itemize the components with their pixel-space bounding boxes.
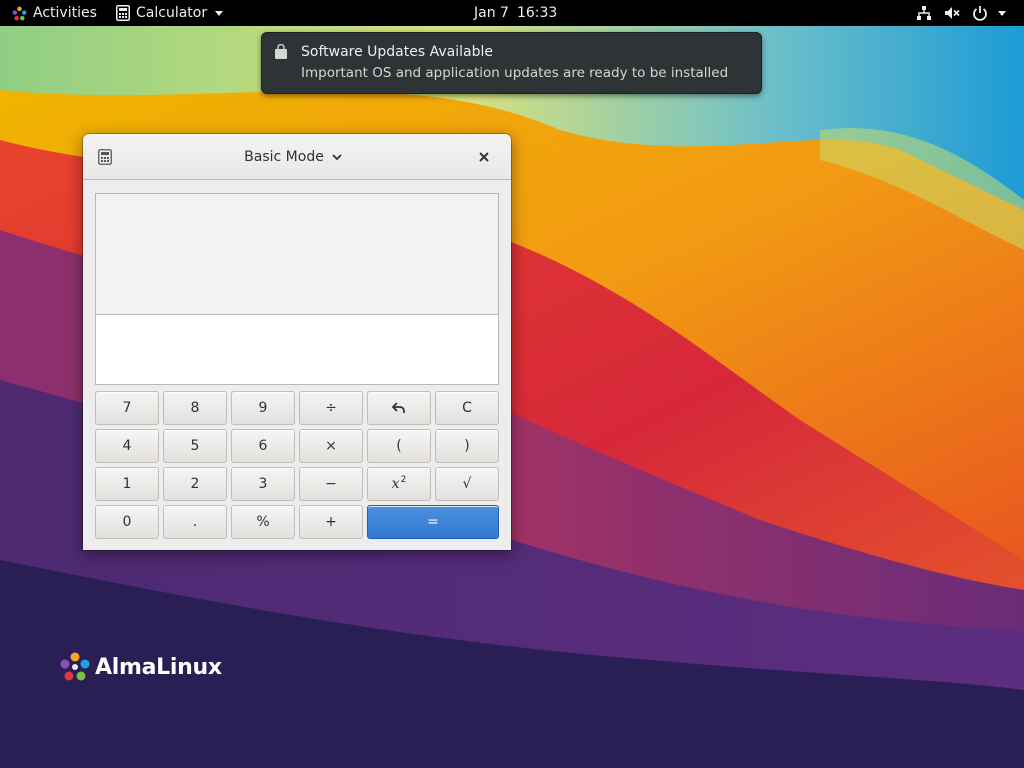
key-divide[interactable]: ÷	[299, 391, 363, 425]
close-icon	[479, 152, 489, 162]
network-icon	[917, 6, 931, 20]
key-3[interactable]: 3	[231, 467, 295, 501]
key-multiply[interactable]: ×	[299, 429, 363, 463]
almalinux-logo-icon	[60, 652, 90, 681]
key-close-paren[interactable]: )	[435, 429, 499, 463]
key-2[interactable]: 2	[163, 467, 227, 501]
key-equals[interactable]: =	[367, 505, 499, 539]
calculator-icon	[116, 5, 130, 21]
key-square[interactable]: x2	[367, 467, 431, 501]
key-square-base: x	[391, 476, 400, 492]
shopping-bag-icon	[275, 44, 287, 59]
brand-text: AlmaLinux	[95, 654, 222, 680]
app-menu-button[interactable]: Calculator	[116, 0, 224, 26]
key-6[interactable]: 6	[231, 429, 295, 463]
undo-icon	[392, 402, 405, 413]
chevron-down-icon	[332, 153, 342, 160]
key-8[interactable]: 8	[163, 391, 227, 425]
close-button[interactable]	[475, 148, 493, 166]
power-icon	[973, 6, 987, 21]
notification-title: Software Updates Available	[301, 44, 493, 60]
key-decimal[interactable]: .	[163, 505, 227, 539]
system-menu-caret[interactable]	[998, 0, 1006, 26]
mode-label: Basic Mode	[244, 149, 324, 165]
key-7[interactable]: 7	[95, 391, 159, 425]
key-sqrt[interactable]: √	[435, 467, 499, 501]
expression-entry[interactable]	[95, 314, 499, 385]
volume-status[interactable]	[944, 0, 960, 26]
key-percent[interactable]: %	[231, 505, 295, 539]
power-menu[interactable]	[972, 0, 988, 26]
app-menu-label: Calculator	[136, 5, 208, 21]
key-square-exponent: 2	[400, 475, 407, 485]
caret-down-icon	[998, 10, 1006, 16]
clock-time: 16:33	[516, 5, 558, 21]
header-bar: Basic Mode	[83, 134, 511, 180]
calculator-icon	[98, 149, 112, 165]
activities-label: Activities	[33, 5, 97, 21]
activities-button[interactable]: Activities	[12, 0, 97, 26]
key-subtract[interactable]: −	[299, 467, 363, 501]
key-1[interactable]: 1	[95, 467, 159, 501]
history-view	[95, 193, 499, 315]
key-9[interactable]: 9	[231, 391, 295, 425]
volume-muted-icon	[945, 7, 960, 19]
notification-body: Important OS and application updates are…	[301, 65, 729, 81]
top-bar: Activities Calculator Jan 7 16:33	[0, 0, 1024, 26]
key-4[interactable]: 4	[95, 429, 159, 463]
key-clear[interactable]: C	[435, 391, 499, 425]
key-open-paren[interactable]: (	[367, 429, 431, 463]
mode-selector[interactable]: Basic Mode	[233, 134, 353, 180]
key-5[interactable]: 5	[163, 429, 227, 463]
key-undo[interactable]	[367, 391, 431, 425]
key-0[interactable]: 0	[95, 505, 159, 539]
clock-button[interactable]: Jan 7 16:33	[474, 0, 557, 26]
clock-date: Jan 7	[474, 5, 509, 21]
calculator-window: Basic Mode 7 8 9 ÷ C 4 5 6 × ( ) 1 2 3 −	[83, 134, 511, 550]
network-status[interactable]	[916, 0, 932, 26]
update-notification[interactable]: Software Updates Available Important OS …	[261, 32, 762, 94]
almalinux-branding: AlmaLinux	[59, 650, 222, 684]
key-add[interactable]: +	[299, 505, 363, 539]
caret-down-icon	[215, 10, 224, 16]
almalinux-logo-icon	[12, 6, 27, 20]
